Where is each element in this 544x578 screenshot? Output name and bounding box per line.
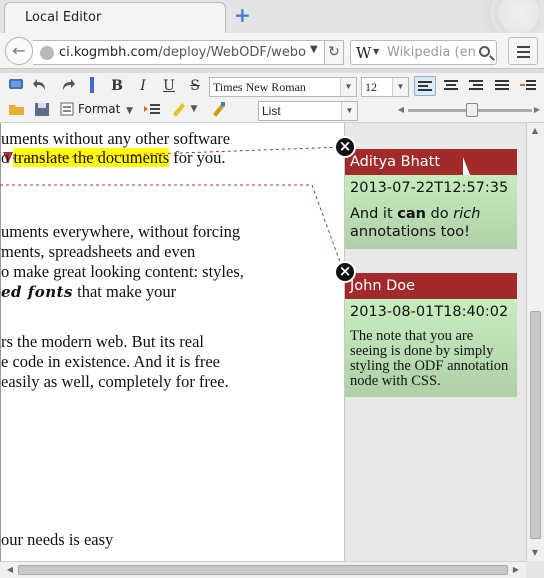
scrollbar-corner: [526, 561, 544, 578]
annotation-text[interactable]: And it can do rich annotations too!: [345, 205, 517, 249]
doc-line: o translate the documents for you.: [1, 148, 226, 167]
doc-line: ed fonts that make your: [1, 282, 177, 301]
doc-line: uments everywhere, without forcing: [1, 222, 241, 241]
document-canvas[interactable]: uments without any other software o tran…: [0, 123, 344, 561]
search-icon[interactable]: [479, 46, 490, 57]
horizontal-scrollbar[interactable]: ◀ ▶: [0, 561, 526, 578]
navigation-bar: ← ci.kogmbh.com/deploy/WebODF/webo ▼ ↻ W…: [0, 33, 544, 69]
redo-icon[interactable]: [57, 75, 77, 95]
chevron-down-icon: ▼: [126, 106, 134, 116]
format-menu-label: Format: [78, 102, 121, 116]
list-style-value: List: [262, 104, 281, 118]
font-family-value: Times New Roman: [213, 80, 306, 94]
chevron-down-icon[interactable]: ▼: [189, 99, 199, 119]
chevron-down-icon: ▼: [392, 78, 408, 96]
chevron-down-icon: ▼: [340, 78, 356, 96]
align-right-icon[interactable]: [466, 76, 488, 96]
menu-button[interactable]: [508, 37, 538, 65]
vertical-scrollbar[interactable]: ▲ ▼: [526, 123, 544, 561]
save-icon[interactable]: [33, 99, 51, 119]
align-justify-icon[interactable]: [492, 76, 514, 96]
search-engine-dropdown-icon[interactable]: ▼: [373, 47, 379, 56]
scroll-up-icon[interactable]: ▲: [527, 126, 543, 135]
browser-logo-watermark: [470, 0, 540, 33]
indent-icon[interactable]: [142, 99, 162, 119]
scroll-left-icon[interactable]: ◀: [2, 565, 18, 574]
close-icon[interactable]: ×: [334, 261, 356, 283]
back-arrow-icon: ←: [12, 41, 26, 60]
scroll-right-icon[interactable]: ▶: [508, 565, 524, 574]
doc-line: our needs is easy: [1, 530, 114, 549]
new-tab-icon[interactable]: +: [234, 5, 252, 25]
font-family-select[interactable]: Times New Roman ▼: [209, 77, 357, 97]
annotation-icon[interactable]: [6, 75, 26, 95]
doc-line: uments without any other software: [1, 129, 231, 148]
undo-icon[interactable]: [31, 75, 51, 95]
highlighter-icon[interactable]: [170, 99, 188, 119]
underline-button[interactable]: U: [160, 76, 178, 96]
search-input[interactable]: Wikipedia (en: [387, 45, 476, 60]
format-paint-icon[interactable]: [58, 99, 76, 119]
annotation-author: Aditya Bhatt: [345, 149, 517, 175]
search-bar[interactable]: W ▼ Wikipedia (en: [350, 40, 497, 65]
paragraph-style-icon[interactable]: [84, 75, 100, 95]
url-bar[interactable]: ci.kogmbh.com/deploy/WebODF/webo ▼: [33, 40, 343, 65]
annotation-note[interactable]: John Doe 2013-08-01T18:40:02 The note th…: [345, 273, 517, 397]
font-size-value: 12: [365, 80, 377, 94]
strikethrough-button[interactable]: S: [186, 76, 204, 96]
align-left-icon[interactable]: [414, 76, 436, 96]
doc-line: o make great looking content: styles,: [1, 262, 244, 281]
clear-format-icon[interactable]: [210, 99, 228, 119]
open-folder-icon[interactable]: [8, 99, 26, 119]
url-text: ci.kogmbh.com/deploy/WebODF/webo: [59, 45, 307, 60]
wikipedia-icon[interactable]: W: [356, 44, 371, 62]
font-size-select[interactable]: 12 ▼: [361, 77, 409, 97]
format-menu[interactable]: Format ▼: [78, 99, 134, 119]
annotation-date: 2013-08-01T18:40:02: [350, 304, 509, 320]
annotations-pane: Aditya Bhatt 2013-07-22T12:57:35 And it …: [344, 123, 526, 561]
editor-toolbar: B I U S Times New Roman ▼ 12 ▼ Format ▼ …: [0, 73, 544, 123]
scroll-down-icon[interactable]: ▼: [527, 548, 543, 557]
bold-button[interactable]: B: [108, 76, 126, 96]
annotation-note[interactable]: Aditya Bhatt 2013-07-22T12:57:35 And it …: [345, 149, 517, 249]
reload-icon[interactable]: ↻: [324, 40, 344, 65]
annotation-text[interactable]: The note that you are seeing is done by …: [345, 329, 517, 397]
decorative-font-text: ed fonts: [1, 283, 73, 301]
italic-button[interactable]: I: [134, 76, 152, 96]
url-dropdown-icon[interactable]: ▼: [310, 44, 318, 55]
align-center-icon[interactable]: [441, 76, 463, 96]
mouse-pointer-icon: [463, 157, 470, 175]
annotation-author: John Doe: [345, 273, 517, 299]
vertical-scroll-thumb[interactable]: [530, 311, 541, 539]
back-button[interactable]: ←: [5, 37, 33, 65]
indent-decrease-icon[interactable]: [518, 76, 540, 96]
annotation-date: 2013-07-22T12:57:35: [350, 180, 509, 196]
tab-strip: Local Editor +: [0, 0, 544, 33]
horizontal-scroll-thumb[interactable]: [18, 565, 508, 575]
doc-line: easily as well, completely for free.: [1, 372, 229, 391]
zoom-slider-thumb[interactable]: [466, 103, 478, 117]
close-icon[interactable]: ×: [334, 136, 356, 158]
tab-local-editor[interactable]: Local Editor: [4, 2, 226, 33]
doc-line: rs the modern web. But its real: [1, 332, 204, 351]
list-style-select[interactable]: List ▼: [258, 101, 358, 121]
annotated-text-highlight: translate the documents: [13, 148, 170, 167]
zoom-in-icon[interactable]: ▶: [532, 100, 542, 120]
doc-line: e code in existence. And it is free: [1, 352, 221, 371]
chevron-down-icon: ▼: [341, 102, 357, 120]
tab-title: Local Editor: [25, 10, 102, 25]
globe-icon: [40, 46, 54, 60]
doc-line: ments, spreadsheets and even: [1, 242, 196, 261]
zoom-out-icon[interactable]: ◀: [396, 100, 406, 120]
